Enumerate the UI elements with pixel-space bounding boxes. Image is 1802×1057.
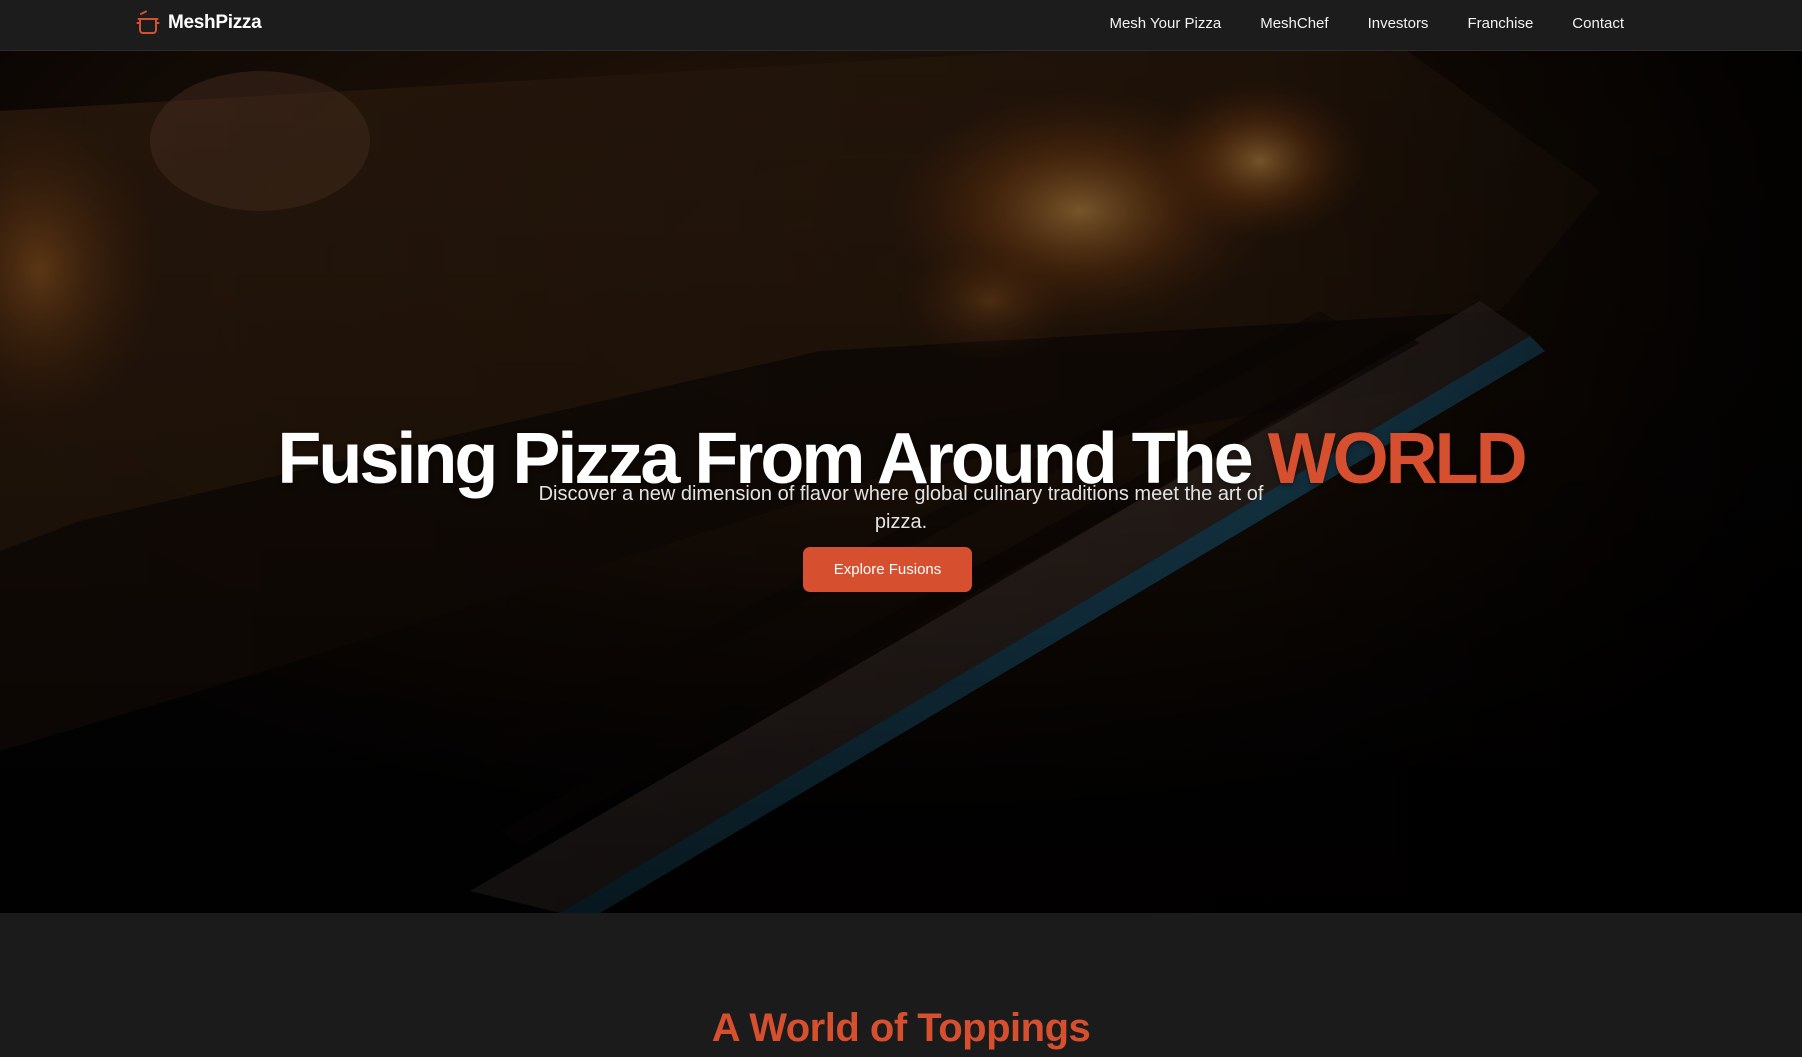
- hero-section: Fusing Pizza From Around The WORLD Disco…: [0, 51, 1802, 913]
- toppings-section-title: A World of Toppings: [711, 1006, 1091, 1050]
- main-nav: Mesh Your Pizza MeshChef Investors Franc…: [1109, 0, 1624, 46]
- brand-logo-link[interactable]: MeshPizza: [136, 10, 262, 36]
- explore-fusions-button[interactable]: Explore Fusions: [803, 547, 972, 592]
- toppings-section: A World of Toppings: [0, 913, 1802, 1057]
- navbar: MeshPizza Mesh Your Pizza MeshChef Inves…: [0, 0, 1802, 51]
- pizza-oven-icon: [136, 10, 160, 34]
- hero-subtitle: Discover a new dimension of flavor where…: [538, 483, 1264, 533]
- nav-link-contact[interactable]: Contact: [1572, 15, 1624, 32]
- nav-link-meshchef[interactable]: MeshChef: [1260, 15, 1328, 32]
- brand-name: MeshPizza: [168, 12, 262, 33]
- hero-title-accent: WORLD: [1267, 419, 1528, 500]
- nav-link-franchise[interactable]: Franchise: [1467, 15, 1533, 32]
- nav-link-mesh-your-pizza[interactable]: Mesh Your Pizza: [1109, 15, 1221, 32]
- nav-link-investors[interactable]: Investors: [1368, 15, 1429, 32]
